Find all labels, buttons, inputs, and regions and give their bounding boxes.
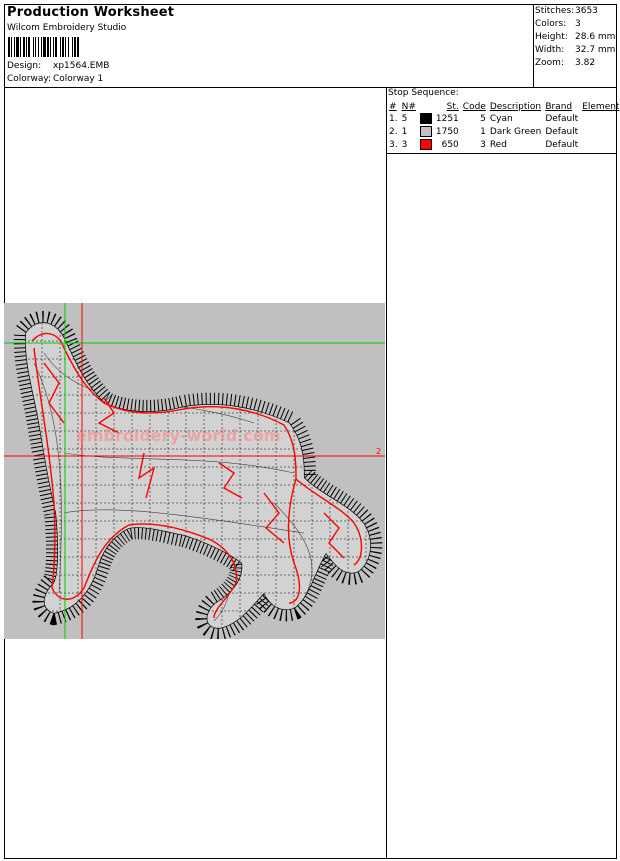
stat-zoom: Zoom: 3.82 [535,58,596,68]
column-divider [386,87,387,859]
stat-height: Height: 28.6 mm [535,32,616,42]
fill-region [25,322,371,628]
axis-marker: 2 [376,447,381,456]
col-index: # [389,101,397,112]
page-title: Production Worksheet [7,5,175,20]
stat-stitches: Stitches: 3653 [535,6,598,16]
color-swatch [419,113,432,124]
col-needle: N# [401,101,416,112]
design-value: xp1564.EMB [53,61,110,71]
table-row: 2. 1 1750 1 Dark Green Default [389,126,579,137]
watermark: embroidery-world.com [76,426,280,445]
col-description: Description [489,101,542,112]
software-name: Wilcom Embroidery Studio [7,23,127,33]
design-stats: Stitches: 3653 Colors: 3 Height: 28.6 mm Wi… [535,5,615,70]
col-stitches: St. [446,101,459,112]
col-code: Code [462,101,486,112]
table-row: 3. 3 650 3 Red Default [389,139,579,150]
design-preview[interactable]: 2 embroidery-world.com [4,303,385,639]
col-brand: Brand [545,101,573,112]
color-swatch [419,139,432,150]
col-element: Element [582,101,620,112]
colorway-label: Colorway: [7,74,52,84]
stat-colors: Colors: 3 [535,19,581,29]
stat-width: Width: 32.7 mm [535,45,616,55]
color-swatch [419,126,432,137]
header-divider [4,87,617,88]
barcode [8,37,79,57]
table-row: 1. 5 1251 5 Cyan Default [389,113,579,124]
stats-divider [533,4,534,87]
colorway-value: Colorway 1 [53,74,104,84]
design-preview-svg: 2 embroidery-world.com [4,303,385,639]
colorway-row: Colorway: Colorway 1 [7,74,103,84]
stop-sequence-table: # N# St. Code Description Brand Element … [387,101,620,151]
design-row: Design: xp1564.EMB [7,61,109,71]
stop-sequence-divider [386,153,617,154]
design-label: Design: [7,61,42,71]
stop-sequence-title: Stop Sequence: [388,88,459,98]
stop-sequence-header: # N# St. Code Description Brand Element [387,101,620,112]
